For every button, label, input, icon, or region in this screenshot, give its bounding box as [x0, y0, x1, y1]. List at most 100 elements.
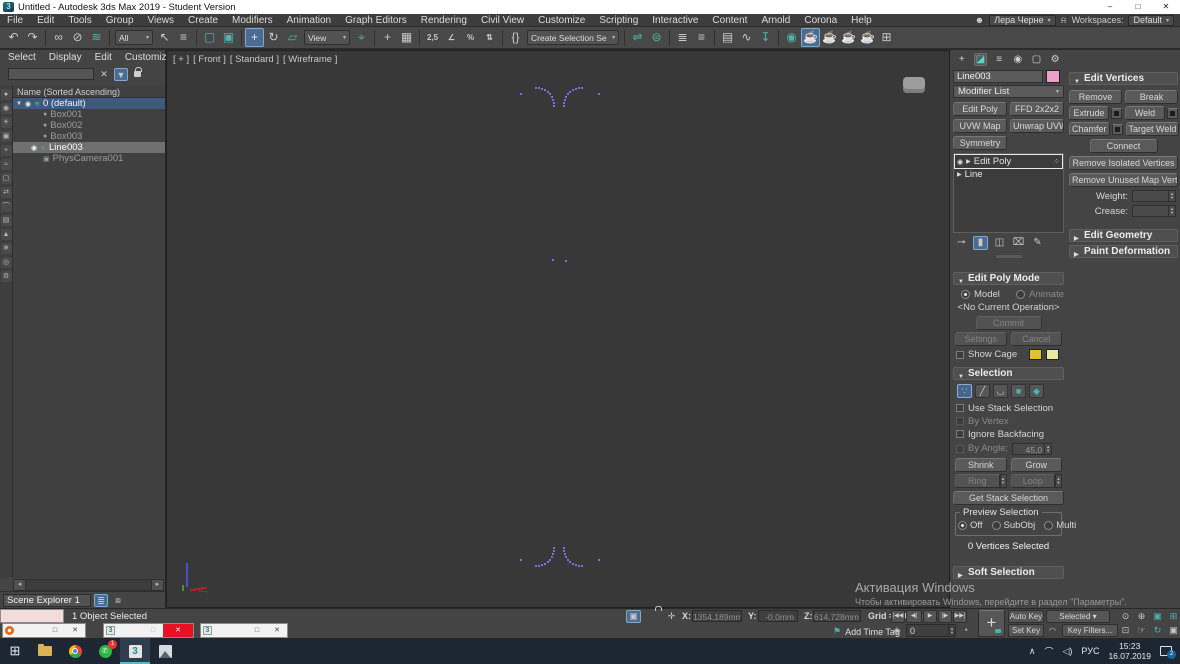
stack-row-line[interactable]: ▶ Line	[955, 168, 1062, 181]
remove-modifier-icon[interactable]: ⌧	[1011, 236, 1026, 250]
curve-editor-icon[interactable]: ∿	[737, 28, 756, 47]
connect-button[interactable]: Connect	[1089, 139, 1158, 153]
z-coord-field[interactable]: 614,728mm	[813, 610, 861, 622]
viewport-menu-perview[interactable]: [ Standard ]	[230, 54, 279, 65]
close-button[interactable]: ✕	[267, 624, 287, 637]
set-key-button[interactable]: Set Key	[1008, 624, 1044, 637]
eye-icon[interactable]: ◉	[31, 144, 37, 152]
rollout-header-selection[interactable]: ▼ Selection	[953, 367, 1064, 380]
default-tangents-icon[interactable]: ◠	[1046, 624, 1059, 637]
tab-utilities[interactable]: ⚙	[1048, 53, 1062, 66]
current-frame-spinner[interactable]: 0 ▲ ▼	[906, 624, 956, 637]
rollout-header-edit-geometry[interactable]: ▶ Edit Geometry	[1069, 229, 1178, 242]
add-time-tag[interactable]: ⚑ Add Time Tag	[833, 626, 900, 637]
maximize-viewport-toggle-icon[interactable]: ▣	[1166, 624, 1180, 637]
photos-icon[interactable]	[150, 638, 180, 664]
close-button[interactable]: ✕	[1152, 0, 1180, 14]
stack-row-edit-poly[interactable]: ◉ ▶ Edit Poly ⁘	[954, 154, 1063, 169]
model-mode-radio[interactable]	[961, 290, 970, 299]
next-frame-button[interactable]: |▶	[938, 610, 952, 623]
pan-view-icon[interactable]: ☞	[1134, 624, 1149, 637]
render-in-cloud-icon[interactable]: ☕	[858, 28, 877, 47]
display-groups-icon[interactable]: ▢	[0, 173, 12, 184]
material-editor-icon[interactable]: ◉	[782, 28, 801, 47]
scroll-right-arrow[interactable]: ▸	[151, 579, 164, 591]
display-lights-icon[interactable]: ☀	[0, 117, 12, 128]
tree-row-line003[interactable]: ◉ ∿ Line003	[13, 142, 165, 153]
redo-icon[interactable]: ↷	[23, 28, 42, 47]
uvw-map-button[interactable]: UVW Map	[953, 119, 1007, 133]
display-shapes-icon[interactable]: ◉	[0, 103, 12, 114]
tree-row-box001[interactable]: ● Box001	[13, 109, 165, 120]
cage-color-swatch[interactable]	[1029, 349, 1043, 360]
go-to-end-button[interactable]: ▶▶|	[953, 610, 967, 623]
tray-expand-icon[interactable]: ∧	[1029, 646, 1036, 657]
time-configuration-icon[interactable]: ◔	[959, 624, 972, 637]
restore-button[interactable]: □	[143, 624, 163, 637]
crease-spinner[interactable]: ▲ ▼	[1132, 205, 1176, 217]
tab-motion[interactable]: ◉	[1011, 53, 1025, 66]
ffd-2x2x2-button[interactable]: FFD 2x2x2	[1010, 102, 1064, 116]
play-animation-button[interactable]: ▶	[923, 610, 937, 623]
edge-subobject-icon[interactable]: ╱	[975, 384, 990, 398]
filter-funnel-icon[interactable]: ▼	[114, 67, 128, 81]
by-angle-checkbox[interactable]	[956, 444, 964, 453]
menu-rendering[interactable]: Rendering	[414, 14, 474, 27]
key-mode-toggle-icon[interactable]: ◈	[891, 624, 903, 637]
explorer-menu-display[interactable]: Display	[49, 52, 89, 65]
previous-frame-button[interactable]: ◀|	[906, 610, 922, 623]
loop-button[interactable]: Loop	[1010, 474, 1055, 488]
pin-stack-icon[interactable]: ⊸	[954, 236, 969, 250]
auto-key-button[interactable]: Auto Key	[1008, 610, 1044, 623]
action-center-icon[interactable]: 2	[1160, 646, 1176, 659]
preview-subobj-radio[interactable]	[991, 521, 1001, 530]
by-vertex-checkbox[interactable]	[956, 417, 964, 425]
use-pivot-point-center-icon[interactable]: ⌖	[352, 28, 371, 47]
clock[interactable]: 15:23 16.07.2019	[1108, 641, 1151, 661]
undo-icon[interactable]: ↶	[4, 28, 23, 47]
ring-button[interactable]: Ring	[955, 474, 1000, 488]
tab-modify[interactable]: ◪	[973, 53, 988, 66]
display-materials-icon[interactable]: ▲	[0, 229, 12, 240]
select-and-move-icon[interactable]: +	[245, 28, 264, 47]
y-coord-field[interactable]: -0,0mm	[758, 610, 798, 622]
expand-triangle-icon[interactable]: ▶	[957, 171, 962, 178]
commit-button[interactable]: Commit	[975, 316, 1042, 330]
menu-interactive[interactable]: Interactive	[645, 14, 705, 27]
selection-filter-dropdown[interactable]: All ▾	[115, 30, 153, 45]
rollout-header-soft-selection[interactable]: ▶ Soft Selection	[953, 566, 1064, 579]
corona-frame-buffer-window[interactable]: □ ✕	[2, 623, 86, 638]
scene-object[interactable]	[903, 77, 925, 93]
go-to-start-button[interactable]: |◀◀	[891, 610, 905, 623]
object-name-field[interactable]	[953, 70, 1043, 83]
zoom-extents-icon[interactable]: ▣	[1150, 610, 1165, 623]
explorer-menu-edit[interactable]: Edit	[95, 52, 119, 65]
window-crossing-icon[interactable]: ▣	[219, 28, 238, 47]
break-button[interactable]: Break	[1125, 90, 1178, 104]
get-stack-selection-button[interactable]: Get Stack Selection	[953, 491, 1064, 505]
by-angle-spinner[interactable]: 45,0 ▲ ▼	[1012, 442, 1053, 455]
keyboard-shortcut-override-icon[interactable]: ▦	[397, 28, 416, 47]
show-end-result-icon[interactable]: ▮	[973, 236, 988, 250]
display-mode-icon[interactable]: ≣	[94, 593, 108, 607]
key-filters-button[interactable]: Key Filters...	[1062, 624, 1118, 637]
angle-snap-icon[interactable]: ∠	[442, 28, 461, 47]
tree-row-box003[interactable]: ● Box003	[13, 131, 165, 142]
mirror-icon[interactable]: ⇌	[628, 28, 647, 47]
volume-icon[interactable]: ◁)	[1063, 646, 1073, 657]
zoom-region-icon[interactable]: ⊡	[1118, 624, 1133, 637]
unlink-selection-icon[interactable]: ⊘	[68, 28, 87, 47]
tree-row-box002[interactable]: ● Box002	[13, 120, 165, 131]
lock-explorer-icon[interactable]	[134, 67, 142, 77]
display-geometry-icon[interactable]: ●	[0, 89, 12, 100]
display-bones-icon[interactable]: ⌒	[0, 201, 12, 212]
cage-selected-color-swatch[interactable]	[1046, 349, 1060, 360]
restore-button[interactable]: □	[45, 624, 65, 637]
tree-row-0-default-[interactable]: ▼ ◉ ≋ 0 (default)	[13, 98, 165, 109]
remove-unused-map-verts-button[interactable]: Remove Unused Map Verts	[1069, 173, 1178, 187]
menu-scripting[interactable]: Scripting	[592, 14, 645, 27]
display-containers-icon[interactable]: ▤	[0, 215, 12, 226]
symmetry-button[interactable]: Symmetry	[953, 136, 1007, 150]
edit-named-selection-sets-icon[interactable]: {}	[506, 28, 525, 47]
schematic-view-icon[interactable]: ↧	[756, 28, 775, 47]
